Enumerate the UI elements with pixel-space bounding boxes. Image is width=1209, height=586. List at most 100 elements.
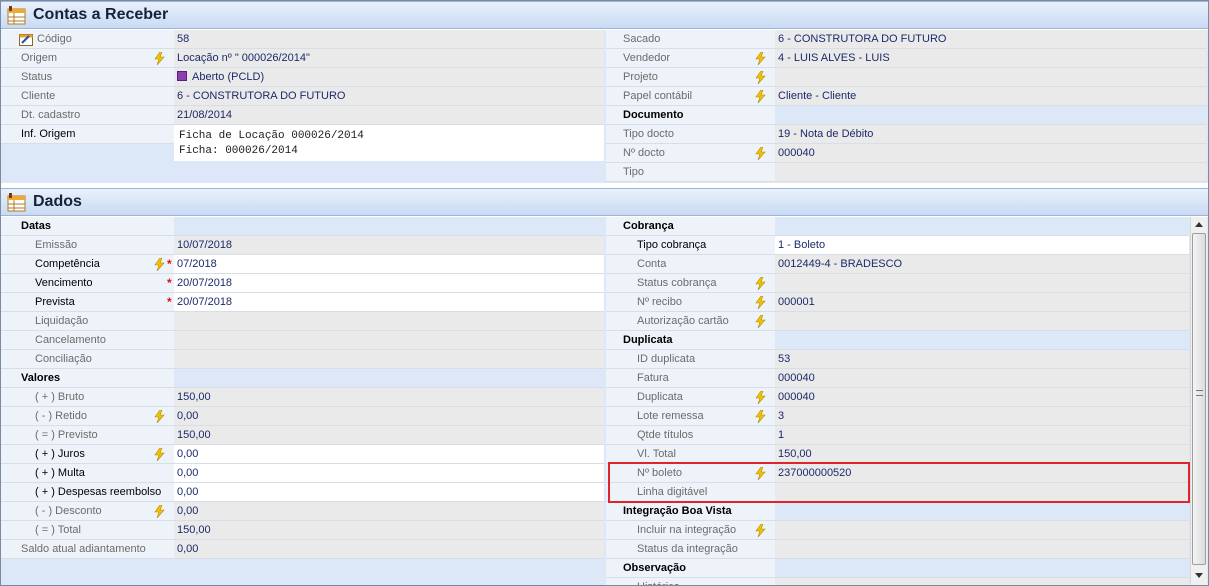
- scroll-up-icon[interactable]: [1195, 222, 1203, 227]
- field-value-juros[interactable]: 0,00: [174, 445, 604, 464]
- field-value-sacado[interactable]: 6 - CONSTRUTORA DO FUTURO: [775, 30, 1206, 49]
- lightning-icon[interactable]: [154, 409, 165, 424]
- field-label-sacado: Sacado: [623, 33, 661, 45]
- field-row-emissao: Emissão 10/07/2018: [1, 236, 604, 255]
- label-cell: [1, 293, 174, 312]
- vertical-scrollbar[interactable]: [1190, 217, 1207, 585]
- field-value-previsto[interactable]: 150,00: [174, 426, 604, 445]
- field-value-codigo[interactable]: 58: [174, 30, 604, 49]
- field-value-conciliacao[interactable]: [174, 350, 604, 369]
- field-value-fatura[interactable]: 000040: [775, 369, 1189, 388]
- label-cell: [1, 521, 174, 540]
- lightning-icon[interactable]: [755, 409, 766, 424]
- required-marker: *: [167, 276, 172, 290]
- field-value-conta[interactable]: 0012449-4 - BRADESCO: [775, 255, 1189, 274]
- field-row-sacado: Sacado 6 - CONSTRUTORA DO FUTURO: [606, 30, 1206, 49]
- field-label-saldo-atual-adiantamento: Saldo atual adiantamento: [21, 543, 146, 555]
- label-cell: [1, 236, 174, 255]
- field-label-tipo: Tipo: [623, 166, 644, 178]
- field-value-status-da-integracao[interactable]: [775, 540, 1189, 559]
- field-value-competencia[interactable]: 07/2018: [174, 255, 604, 274]
- field-label-incluir-na-integracao: Incluir na integração: [637, 524, 737, 536]
- lightning-icon[interactable]: [154, 51, 165, 66]
- field-label-fatura: Fatura: [637, 372, 669, 384]
- field-row-origem: Origem Locação nº " 000026/2014": [1, 49, 604, 68]
- field-value-id-duplicata[interactable]: 53: [775, 350, 1189, 369]
- field-value-status-cobranca[interactable]: [775, 274, 1189, 293]
- field-value-papel-contabil[interactable]: Cliente - Cliente: [775, 87, 1206, 106]
- field-row-retido: ( - ) Retido 0,00: [1, 407, 604, 426]
- field-value-tipo[interactable]: [775, 163, 1206, 182]
- lightning-icon[interactable]: [755, 70, 766, 85]
- group-label-duplicata: Duplicata: [623, 334, 673, 346]
- field-value-status[interactable]: Aberto (PCLD): [174, 68, 604, 87]
- field-value-lote-remessa[interactable]: 3: [775, 407, 1189, 426]
- field-value-projeto[interactable]: [775, 68, 1206, 87]
- field-value-vencimento[interactable]: 20/07/2018: [174, 274, 604, 293]
- field-value-cliente[interactable]: 6 - CONSTRUTORA DO FUTURO: [174, 87, 604, 106]
- field-label-liquidacao: Liquidação: [35, 315, 89, 327]
- field-value-despesas-reembolso[interactable]: 0,00: [174, 483, 604, 502]
- field-label-vendedor: Vendedor: [623, 52, 671, 64]
- field-value-tipo-cobranca[interactable]: 1 - Boleto: [775, 236, 1189, 255]
- field-value-emissao[interactable]: 10/07/2018: [174, 236, 604, 255]
- field-row-vencimento: Vencimento * 20/07/2018: [1, 274, 604, 293]
- lightning-icon[interactable]: [755, 146, 766, 161]
- field-row-valores: Valores: [1, 369, 604, 388]
- field-row-vendedor: Vendedor 4 - LUIS ALVES - LUIS: [606, 49, 1206, 68]
- field-value-total[interactable]: 150,00: [174, 521, 604, 540]
- field-value-dt-cadastro[interactable]: 21/08/2014: [174, 106, 604, 125]
- field-value-qtde-titulos[interactable]: 1: [775, 426, 1189, 445]
- field-value-liquidacao[interactable]: [174, 312, 604, 331]
- scroll-down-icon[interactable]: [1195, 573, 1203, 578]
- field-value-prevista[interactable]: 20/07/2018: [174, 293, 604, 312]
- label-cell: [1, 445, 174, 464]
- field-label-multa: ( + ) Multa: [35, 467, 85, 479]
- field-label-competencia: Competência: [35, 258, 100, 270]
- field-value-desconto[interactable]: 0,00: [174, 502, 604, 521]
- lightning-icon[interactable]: [755, 89, 766, 104]
- field-value-bruto[interactable]: 150,00: [174, 388, 604, 407]
- field-label-status-cobranca: Status cobrança: [637, 277, 717, 289]
- field-value-incluir-na-integracao[interactable]: [775, 521, 1189, 540]
- field-label-cliente: Cliente: [21, 90, 56, 102]
- lightning-icon[interactable]: [755, 295, 766, 310]
- lightning-icon[interactable]: [755, 314, 766, 329]
- group-spacer: [775, 217, 1189, 236]
- scrollbar-thumb[interactable]: [1192, 233, 1206, 565]
- field-value-autorizacao-cartao[interactable]: [775, 312, 1189, 331]
- lightning-icon[interactable]: [755, 523, 766, 538]
- label-cell: [1, 464, 174, 483]
- lightning-icon[interactable]: [154, 257, 165, 272]
- lightning-icon[interactable]: [755, 51, 766, 66]
- field-row-documento: Documento: [606, 106, 1206, 125]
- lightning-icon[interactable]: [755, 390, 766, 405]
- field-value-n-docto[interactable]: 000040: [775, 144, 1206, 163]
- lightning-icon[interactable]: [154, 447, 165, 462]
- calendar-icon: [19, 33, 33, 46]
- field-row-lote-remessa: Lote remessa 3: [606, 407, 1189, 426]
- field-label-qtde-titulos: Qtde títulos: [637, 429, 694, 441]
- field-value-saldo-atual-adiantamento[interactable]: 0,00: [174, 540, 604, 559]
- lightning-icon[interactable]: [755, 276, 766, 291]
- field-value-multa[interactable]: 0,00: [174, 464, 604, 483]
- field-value-origem[interactable]: Locação nº " 000026/2014": [174, 49, 604, 68]
- field-label-autorizacao-cartao: Autorização cartão: [637, 315, 729, 327]
- field-value-cancelamento[interactable]: [174, 331, 604, 350]
- field-value-vendedor[interactable]: 4 - LUIS ALVES - LUIS: [775, 49, 1206, 68]
- field-row-integracao-boa-vista: Integração Boa Vista: [606, 502, 1189, 521]
- table-icon: [7, 193, 26, 212]
- field-label-n-recibo: Nº recibo: [637, 296, 682, 308]
- lightning-icon[interactable]: [154, 504, 165, 519]
- field-value-retido[interactable]: 0,00: [174, 407, 604, 426]
- field-row-duplicata: Duplicata 000040: [606, 388, 1189, 407]
- field-value-duplicata[interactable]: 000040: [775, 388, 1189, 407]
- field-value-n-recibo[interactable]: 000001: [775, 293, 1189, 312]
- field-label-prevista: Prevista: [35, 296, 75, 308]
- label-cell: [1, 388, 174, 407]
- field-value-tipo-docto[interactable]: 19 - Nota de Débito: [775, 125, 1206, 144]
- label-cell: [606, 255, 775, 274]
- field-value-historico[interactable]: [775, 578, 1189, 585]
- group-label-cobranca: Cobrança: [623, 220, 674, 232]
- label-cell: [606, 578, 775, 585]
